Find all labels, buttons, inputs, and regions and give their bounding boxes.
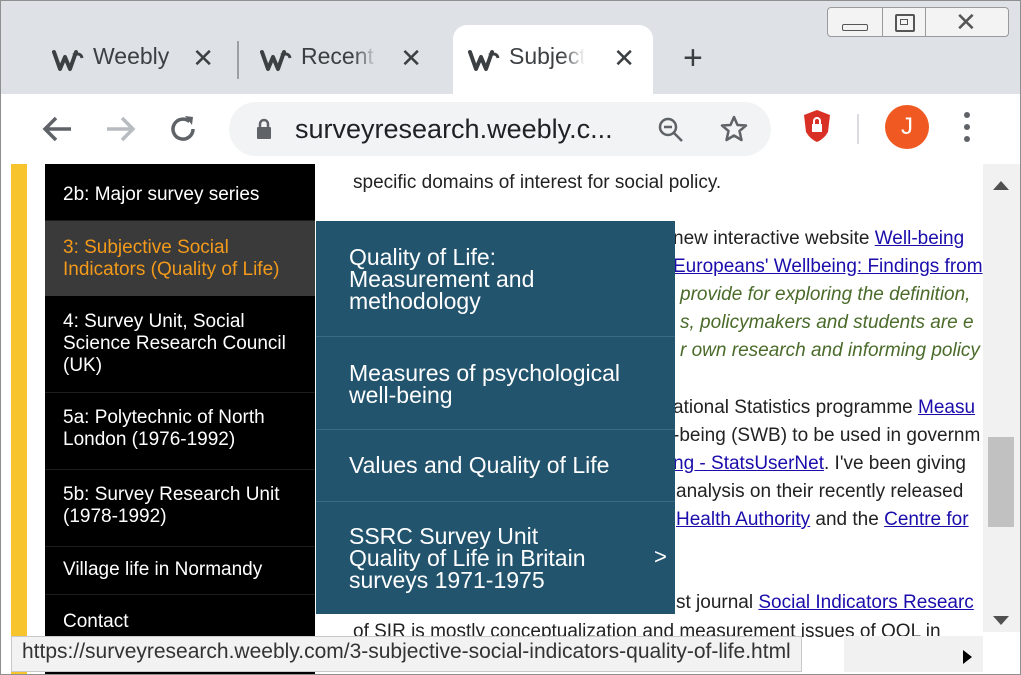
text-line: ng - StatsUserNet. I've been giving [673, 453, 966, 474]
link-well-being[interactable]: Well-being [875, 228, 964, 249]
scroll-up-arrow-icon[interactable] [991, 178, 1011, 192]
scrollbar-thumb[interactable] [988, 437, 1014, 527]
text-line: -being (SWB) to be used in governm [673, 425, 981, 446]
submenu-item-psychological-well-being[interactable]: Measures of psychological well-being [316, 362, 675, 407]
tab-separator [237, 41, 239, 79]
link-statsusernet[interactable]: ng - StatsUserNet [673, 453, 824, 474]
minimize-button[interactable] [827, 7, 883, 37]
text-line: st journal Social Indicators Researc [676, 592, 974, 613]
close-window-button[interactable]: ✕ [925, 7, 1009, 37]
close-tab-icon[interactable]: ✕ [192, 43, 214, 73]
text-line: s, policymakers and students are e [680, 312, 974, 333]
bookmark-star-icon[interactable] [719, 114, 749, 144]
sidebar-item-survey-research-unit[interactable]: 5b: Survey Research Unit (1978-1992) [45, 484, 315, 528]
title-bar: ✕ Weebly ✕ Recent a ✕ Subjecti ✕ + [1, 1, 1020, 94]
text-line: provide for exploring the definition, [680, 284, 971, 305]
weebly-icon [260, 50, 292, 71]
tab-weebly[interactable]: Weebly ✕ [37, 25, 232, 94]
sidebar-item-subjective-social-indicators[interactable]: 3: Subjective Social Indicators (Quality… [45, 221, 315, 296]
sidebar-nav: 2b: Major survey series 3: Subjective So… [45, 164, 315, 674]
scroll-right-arrow-icon[interactable] [960, 648, 974, 666]
reload-icon[interactable] [167, 113, 199, 145]
forward-icon[interactable] [105, 114, 137, 144]
extension-shield-icon[interactable] [801, 108, 833, 144]
link-europeans-wellbeing[interactable]: Europeans' Wellbeing: Findings from [673, 256, 983, 277]
page-content: 2b: Major survey series 3: Subjective So… [1, 164, 1020, 674]
vertical-scrollbar[interactable] [983, 164, 1020, 632]
text-line: specific domains of interest for social … [353, 172, 722, 193]
weebly-icon [468, 50, 500, 71]
text-line: ational Statistics programme Measu [673, 397, 976, 418]
link-health-authority[interactable]: Health Authority [676, 509, 810, 530]
text-line: r own research and informing policy [680, 340, 980, 361]
tab-recent[interactable]: Recent a ✕ [245, 25, 440, 94]
sidebar-item-village-life[interactable]: Village life in Normandy [45, 559, 315, 581]
text-line: new interactive website Well-being [673, 228, 965, 249]
submenu-item-quality-of-life-measurement[interactable]: Quality of Life: Measurement and methodo… [316, 246, 675, 313]
close-window-icon: ✕ [955, 7, 977, 37]
dropdown-submenu: Quality of Life: Measurement and methodo… [316, 221, 675, 614]
url-text[interactable]: surveyresearch.weebly.c... [295, 114, 613, 145]
sidebar-item-contact[interactable]: Contact [45, 611, 315, 633]
tab-title: Recent a [301, 43, 377, 69]
close-tab-icon[interactable]: ✕ [613, 43, 635, 73]
lock-icon[interactable] [255, 117, 273, 141]
link-social-indicators-research[interactable]: Social Indicators Researc [758, 592, 973, 613]
address-bar[interactable]: surveyresearch.weebly.c... [229, 102, 771, 156]
text-line: analysis on their recently released [676, 481, 964, 502]
sidebar-item-major-survey-series[interactable]: 2b: Major survey series [45, 184, 315, 206]
back-icon[interactable] [41, 114, 73, 144]
submenu-item-values-quality-of-life[interactable]: Values and Quality of Life [316, 454, 675, 477]
profile-avatar[interactable]: J [885, 105, 929, 149]
submenu-item-ssrc-survey-unit[interactable]: SSRC Survey Unit Quality of Life in Brit… [316, 525, 675, 592]
link-measuring[interactable]: Measu [918, 397, 975, 418]
toolbar-separator [857, 114, 859, 144]
chevron-right-icon: > [654, 544, 667, 569]
sidebar-item-polytechnic[interactable]: 5a: Polytechnic of North London (1976-19… [45, 407, 315, 451]
link-centre-for[interactable]: Centre for [884, 509, 968, 530]
new-tab-button[interactable]: + [683, 41, 703, 75]
toolbar: surveyresearch.weebly.c... J [1, 94, 1020, 164]
scroll-down-arrow-icon[interactable] [991, 614, 1011, 628]
restore-button[interactable] [882, 7, 926, 37]
tab-title: Weebly [93, 43, 169, 69]
tab-title: Subjecti [509, 43, 585, 69]
yellow-accent-bar [11, 164, 27, 674]
text-line: Health Authority and the Centre for [676, 509, 969, 530]
horizontal-scrollbar[interactable] [844, 636, 983, 672]
sidebar-item-survey-unit[interactable]: 4: Survey Unit, Social Science Research … [45, 311, 315, 377]
browser-window: ✕ Weebly ✕ Recent a ✕ Subjecti ✕ + surve… [0, 0, 1021, 675]
status-bar-url: https://surveyresearch.weebly.com/3-subj… [11, 636, 802, 672]
weebly-icon [52, 50, 84, 71]
close-tab-icon[interactable]: ✕ [400, 43, 422, 73]
tab-subjective[interactable]: Subjecti ✕ [453, 25, 653, 94]
minimize-icon [842, 24, 868, 31]
zoom-icon[interactable] [657, 116, 685, 144]
menu-dots-icon[interactable] [963, 110, 971, 146]
